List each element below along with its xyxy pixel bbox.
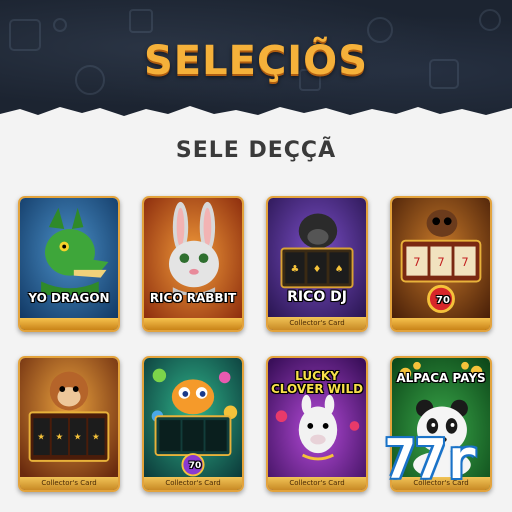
game-card-rico-rabbit[interactable]: RICO RABBIT [142, 196, 244, 332]
game-card-lucky-clover-wild[interactable]: LUCKY CLOVER WILD Collector's Card [266, 356, 368, 492]
torn-paper-edge [0, 106, 512, 128]
svg-text:★: ★ [74, 432, 82, 442]
page-title: SELEÇIÕS [144, 38, 368, 84]
rabbit-icon [144, 198, 242, 330]
svg-text:★: ★ [37, 432, 45, 442]
game-card-bear-slot[interactable]: 7 7 7 70 [390, 196, 492, 332]
game-card-rico-dj[interactable]: ♣ ♦ ♠ RICO DJ Collector's Card [266, 196, 368, 332]
game-title: YO DRAGON [28, 291, 110, 305]
gorilla-icon: ♣ ♦ ♠ [268, 198, 366, 330]
game-title: ALPACA PAYS [396, 371, 486, 385]
monkey-icon: ★ ★ ★ ★ [20, 358, 118, 490]
game-title: LUCKY CLOVER WILD [270, 369, 364, 396]
dragon-icon [20, 198, 118, 330]
jackpot-badge: 70 [188, 461, 202, 471]
game-card-monkey-slot[interactable]: ★ ★ ★ ★ Collector's Card [18, 356, 120, 492]
svg-text:♣: ♣ [291, 264, 300, 275]
game-card-fish-slot[interactable]: 70 Collector's Card [142, 356, 244, 492]
card-footer-bar [392, 318, 490, 330]
game-title: RICO RABBIT [149, 291, 237, 305]
collectors-card-caption: Collector's Card [20, 477, 118, 490]
bear-slot-machine-icon: 7 7 7 [392, 198, 490, 330]
svg-text:★: ★ [92, 432, 100, 442]
section-title: SELE DEÇÇÃ [175, 138, 337, 163]
collectors-card-caption: Collector's Card [268, 477, 366, 490]
svg-text:7: 7 [413, 255, 420, 269]
watermark-logo: 77r [384, 428, 478, 491]
collectors-card-caption: Collector's Card [144, 477, 242, 490]
svg-text:7: 7 [437, 255, 444, 269]
card-footer-bar [20, 318, 118, 330]
svg-text:7: 7 [461, 255, 468, 269]
svg-text:♦: ♦ [313, 264, 322, 275]
card-footer-bar [144, 318, 242, 330]
jackpot-badge: 70 [436, 295, 450, 306]
svg-text:♠: ♠ [335, 264, 344, 275]
game-card-yo-dragon[interactable]: YO DRAGON [18, 196, 120, 332]
collectors-card-caption: Collector's Card [268, 317, 366, 330]
svg-text:★: ★ [56, 432, 64, 442]
game-title: RICO DJ [287, 289, 347, 305]
